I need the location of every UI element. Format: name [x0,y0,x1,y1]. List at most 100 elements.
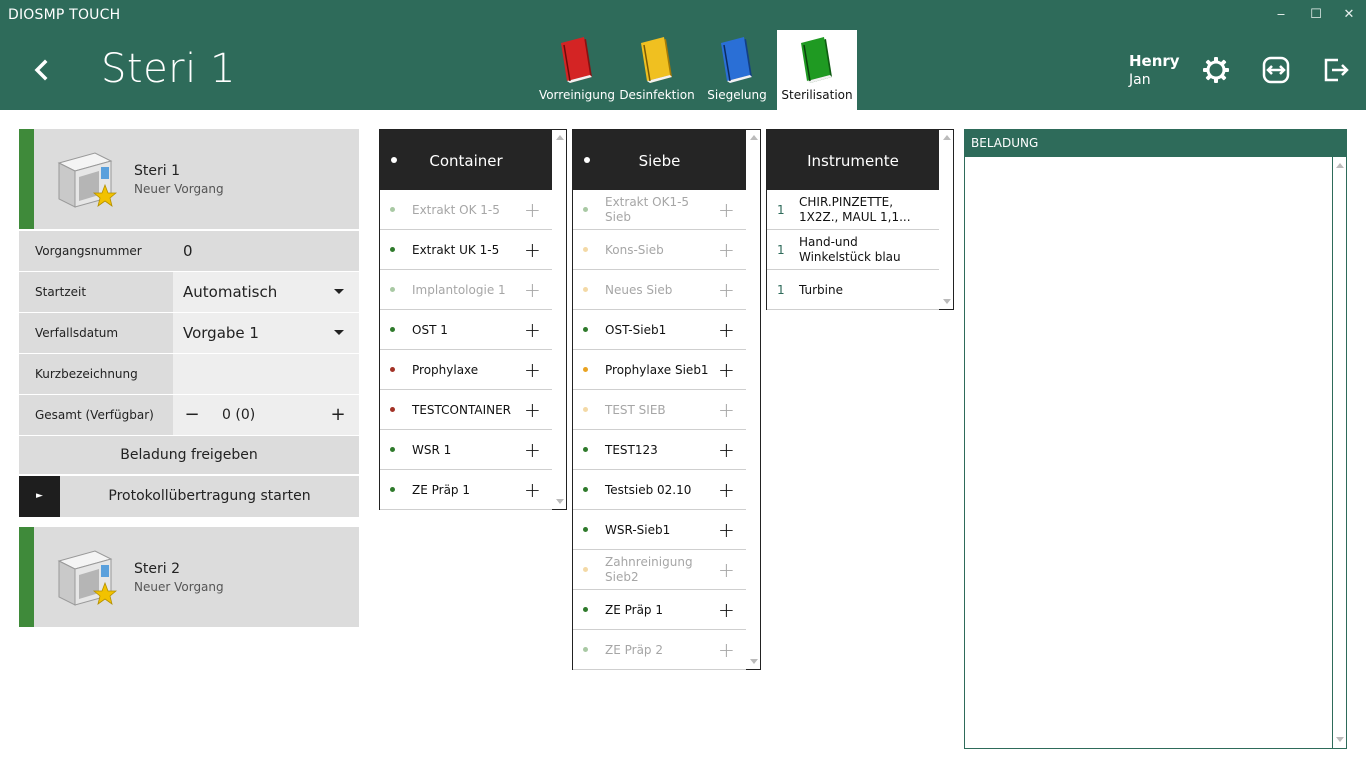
add-item-button[interactable]: + [524,240,541,260]
settings-button[interactable] [1202,56,1230,84]
tab-desinfektion[interactable]: Desinfektion [617,30,697,110]
list-item[interactable]: TEST SIEB + [573,390,746,430]
startzeit-value: Automatisch [183,283,278,301]
list-item[interactable]: Kons-Sieb + [573,230,746,270]
add-item-button[interactable]: + [524,320,541,340]
add-item-button[interactable]: + [718,280,735,300]
scroll-up-icon[interactable] [556,135,564,140]
list-item[interactable]: Extrakt OK 1-5 + [380,190,552,230]
list-item[interactable]: Implantologie 1 + [380,270,552,310]
tab-siegelung[interactable]: Siegelung [697,30,777,110]
item-label: Turbine [799,282,843,297]
add-item-button[interactable]: + [718,640,735,660]
add-item-button[interactable]: + [718,200,735,220]
add-item-button[interactable]: + [718,480,735,500]
scroll-down-icon[interactable] [943,299,951,304]
book-yellow-icon [641,37,672,83]
add-item-button[interactable]: + [718,240,735,260]
scroll-up-icon[interactable] [1336,163,1344,168]
start-protocol-button[interactable]: ► Protokollübertragung starten [19,476,359,517]
sterilizer-device-icon [57,152,117,208]
add-item-button[interactable]: + [718,520,735,540]
add-item-button[interactable]: + [524,400,541,420]
gesamt-label: Gesamt (Verfügbar) [19,395,173,435]
beladung-scrollbar[interactable] [1332,157,1346,748]
scroll-down-icon[interactable] [556,499,564,504]
status-dot-icon [583,327,588,332]
add-item-button[interactable]: + [524,360,541,380]
list-item[interactable]: Extrakt OK1-5 Sieb + [573,190,746,230]
siebe-header[interactable]: Siebe [573,130,746,190]
list-item[interactable]: Neues Sieb + [573,270,746,310]
list-item[interactable]: OST 1 + [380,310,552,350]
row-gesamt: Gesamt (Verfügbar) − 0 (0) + [19,395,359,435]
instrument-row[interactable]: 1 Turbine [767,270,939,310]
list-item[interactable]: Testsieb 02.10 + [573,470,746,510]
verfallsdatum-select[interactable]: Vorgabe 1 [173,313,359,353]
remote-sync-button[interactable] [1262,56,1290,84]
tab-sterilisation[interactable]: Sterilisation [777,30,857,110]
list-item[interactable]: OST-Sieb1 + [573,310,746,350]
add-item-button[interactable]: + [524,200,541,220]
item-label: TEST SIEB [605,402,666,417]
container-header[interactable]: Container [380,130,552,190]
list-item[interactable]: Prophylaxe Sieb1 + [573,350,746,390]
status-dot-icon [583,247,588,252]
add-item-button[interactable]: + [718,320,735,340]
list-item[interactable]: TEST123 + [573,430,746,470]
close-button[interactable]: ✕ [1337,5,1361,25]
status-dot-icon [583,567,588,572]
logout-button[interactable] [1322,56,1350,84]
list-item[interactable]: ZE Präp 2 + [573,630,746,670]
siebe-list: Siebe Extrakt OK1-5 Sieb + Kons-Sieb + Neues… [572,129,761,670]
decrement-button[interactable]: − [177,395,207,435]
add-item-button[interactable]: + [524,440,541,460]
status-accent [19,129,34,229]
vorgangsnummer-value: 0 [173,231,359,271]
sterilizer-card-steri-2[interactable]: Steri 2 Neuer Vorgang [19,527,359,627]
list-item[interactable]: Zahnreinigung Sieb2 + [573,550,746,590]
instrumente-header[interactable]: Instrumente [767,130,939,190]
add-item-button[interactable]: + [718,400,735,420]
sterilizer-card-steri-1[interactable]: Steri 1 Neuer Vorgang [19,129,359,229]
bullet-icon [584,157,590,163]
list-item[interactable]: WSR 1 + [380,430,552,470]
user-second-line: Jan [1129,72,1151,88]
book-blue-icon [721,37,752,83]
list-item[interactable]: ZE Präp 1 + [573,590,746,630]
add-item-button[interactable]: + [718,360,735,380]
add-item-button[interactable]: + [718,600,735,620]
sync-icon [1262,56,1290,84]
add-item-button[interactable]: + [718,560,735,580]
tab-vorreinigung[interactable]: Vorreinigung [537,30,617,110]
add-item-button[interactable]: + [524,280,541,300]
scroll-down-icon[interactable] [1336,737,1344,742]
startzeit-select[interactable]: Automatisch [173,272,359,312]
maximize-button[interactable]: ☐ [1304,5,1328,25]
status-dot-icon [390,487,395,492]
item-label: Implantologie 1 [412,282,506,297]
scroll-down-icon[interactable] [750,659,758,664]
instrument-count: 1 [777,203,785,217]
scroll-up-icon[interactable] [943,135,951,140]
list-item[interactable]: WSR-Sieb1 + [573,510,746,550]
list-item[interactable]: TESTCONTAINER + [380,390,552,430]
back-button[interactable] [28,52,54,88]
kurzbezeichnung-input[interactable] [173,354,359,394]
list-item[interactable]: Extrakt UK 1-5 + [380,230,552,270]
increment-button[interactable]: + [323,395,353,435]
list-item[interactable]: ZE Präp 1 + [380,470,552,510]
scroll-up-icon[interactable] [750,135,758,140]
item-label: Neues Sieb [605,282,673,297]
minimize-button[interactable]: ‒ [1269,5,1293,25]
list-item[interactable]: Prophylaxe + [380,350,552,390]
add-item-button[interactable]: + [524,480,541,500]
tab-label: Siegelung [707,88,767,102]
sterilizer-name: Steri 2 [134,561,180,577]
instrument-row[interactable]: 1 Hand-und Winkelstück blau [767,230,939,270]
instrument-row[interactable]: 1 CHIR.PINZETTE, 1X2Z., MAUL 1,1... [767,190,939,230]
bullet-icon [391,157,397,163]
item-label: WSR 1 [412,442,452,457]
release-loading-button[interactable]: Beladung freigeben [19,436,359,474]
add-item-button[interactable]: + [718,440,735,460]
